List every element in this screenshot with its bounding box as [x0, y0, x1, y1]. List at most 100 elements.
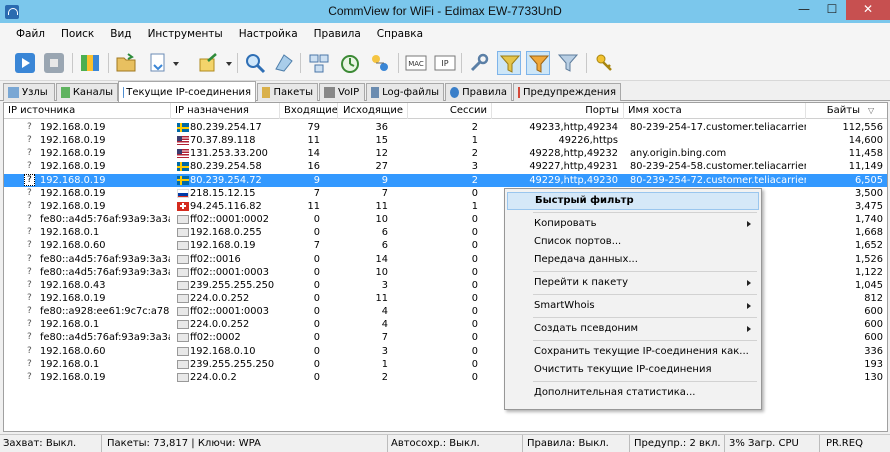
- cell-bytes: 193: [864, 358, 883, 370]
- packet-generator-icon[interactable]: [272, 51, 296, 75]
- context-item-3[interactable]: Список портов...: [507, 233, 759, 251]
- column-bytes[interactable]: Байты: [806, 103, 874, 119]
- cell-sess: 2: [471, 122, 478, 133]
- table-row[interactable]: ? 192.168.0.19 80.239.254.72 9 9 2 49229,http,…: [4, 173, 887, 187]
- unknown-protocol-icon: ?: [27, 174, 32, 185]
- cell-out: 11: [375, 200, 388, 212]
- unknown-protocol-icon: ?: [27, 148, 32, 159]
- filter-icon[interactable]: [497, 51, 521, 75]
- context-item-13[interactable]: Очистить текущие IP-соединения: [507, 361, 759, 379]
- search-icon[interactable]: [243, 51, 267, 75]
- table-row[interactable]: ? 192.168.0.19 80.239.254.17 79 36 2 49233,htt…: [4, 121, 887, 134]
- save-file-icon[interactable]: [146, 51, 170, 75]
- start-capture-icon[interactable]: [13, 51, 37, 75]
- cell-src: 192.168.0.1: [40, 358, 100, 370]
- sort-down-icon: ▽: [868, 106, 875, 115]
- context-menu: Быстрый фильтр Копировать Список портов...…: [504, 188, 762, 410]
- menu-help[interactable]: Справка: [369, 23, 431, 45]
- column-src-ip[interactable]: IP источника: [4, 103, 171, 119]
- context-item-4[interactable]: Передача данных...: [507, 251, 759, 269]
- cell-dst: 224.0.0.252: [190, 319, 250, 331]
- table-row[interactable]: ? 192.168.0.19 70.37.89.118 11 15 1 49226,http…: [4, 134, 887, 147]
- close-button[interactable]: ✕: [846, 0, 890, 20]
- menu-view[interactable]: Вид: [102, 23, 139, 45]
- filter-rules-icon[interactable]: [556, 51, 580, 75]
- cell-sess: 1: [471, 135, 478, 147]
- cell-out: 15: [375, 135, 388, 147]
- nodes-reconstruct-icon[interactable]: [307, 51, 331, 75]
- mac-alias-icon[interactable]: MAC: [404, 51, 428, 75]
- cell-dst: 224.0.0.2: [190, 371, 237, 383]
- cell-in: 9: [313, 174, 320, 186]
- unknown-protocol-icon: ?: [27, 266, 32, 277]
- context-item-8[interactable]: SmartWhois: [507, 297, 759, 315]
- cell-dst: ff02::0001:0003: [190, 306, 269, 318]
- cell-bytes: 1,740: [854, 214, 883, 226]
- column-ports[interactable]: Порты: [492, 103, 624, 119]
- context-item-label: Сохранить текущие IP-соединения как...: [534, 346, 749, 357]
- maximize-button[interactable]: ☐: [818, 0, 846, 20]
- cell-src: fe80::a4d5:76af:93a9:3a3a: [40, 266, 170, 278]
- minimize-button[interactable]: —: [790, 0, 818, 20]
- statistics-icon[interactable]: [338, 51, 362, 75]
- context-item-10[interactable]: Создать псевдоним: [507, 320, 759, 338]
- tab-connections[interactable]: Текущие IP-соединения: [118, 81, 256, 102]
- cell-in: 0: [313, 306, 320, 318]
- column-dst-ip[interactable]: IP назначения: [171, 103, 280, 119]
- cell-dst: 131.253.33.200: [190, 148, 268, 160]
- reports-icon[interactable]: [368, 51, 392, 75]
- filter-active-icon[interactable]: [526, 51, 550, 75]
- cell-in: 16: [307, 161, 320, 173]
- country-flag-icon: [177, 162, 189, 172]
- tab-rules[interactable]: Правила: [445, 83, 512, 101]
- context-item-15[interactable]: Дополнительная статистика...: [507, 384, 759, 402]
- menu-search[interactable]: Поиск: [53, 23, 102, 45]
- column-outgoing[interactable]: Исходящие: [338, 103, 408, 119]
- tab-packets[interactable]: Пакеты: [257, 83, 318, 101]
- context-item-2[interactable]: Копировать: [507, 215, 759, 233]
- cell-out: 14: [375, 253, 388, 265]
- unknown-protocol-icon: ?: [27, 122, 32, 132]
- cell-sess: 0: [471, 306, 478, 318]
- column-sessions[interactable]: Сессии: [408, 103, 492, 119]
- cell-in: 7: [313, 240, 320, 252]
- cell-ports: 49233,http,49234: [529, 122, 618, 133]
- stop-capture-icon[interactable]: [42, 51, 66, 75]
- ip-alias-icon[interactable]: IP: [433, 51, 457, 75]
- cell-bytes: 1,122: [854, 266, 883, 278]
- open-file-icon[interactable]: [114, 51, 138, 75]
- cell-sess: 3: [471, 161, 478, 173]
- cell-bytes: 11,458: [848, 148, 883, 160]
- country-flag-icon: [177, 201, 189, 211]
- cell-bytes: 1,652: [854, 240, 883, 252]
- channels-map-icon[interactable]: [78, 51, 102, 75]
- cell-dst: ff02::0016: [190, 253, 241, 265]
- table-row[interactable]: ? 192.168.0.19 80.239.254.58 16 27 3 49227,htt…: [4, 160, 887, 173]
- tab-voip[interactable]: VoIP: [319, 83, 365, 101]
- table-row[interactable]: ? 192.168.0.19 131.253.33.200 14 12 2 49228,ht…: [4, 147, 887, 160]
- tab-logfiles[interactable]: Log-файлы: [366, 83, 444, 101]
- column-hostname[interactable]: Имя хоста: [624, 103, 806, 119]
- window-title: CommView for WiFi - Edimax EW-7733UnD: [328, 4, 562, 18]
- menu-rules[interactable]: Правила: [306, 23, 369, 45]
- cell-out: 4: [381, 306, 388, 318]
- context-item-6[interactable]: Перейти к пакету: [507, 274, 759, 292]
- tab-channels[interactable]: Каналы: [56, 83, 118, 101]
- column-incoming[interactable]: Входящие: [280, 103, 338, 119]
- submenu-arrow-icon: [747, 280, 751, 286]
- menu-tools[interactable]: Инструменты: [140, 23, 231, 45]
- unknown-protocol-icon: ?: [27, 240, 32, 251]
- unknown-protocol-icon: ?: [27, 345, 32, 356]
- export-icon[interactable]: [196, 51, 220, 75]
- keys-icon[interactable]: [592, 51, 616, 75]
- settings-wrench-icon[interactable]: [467, 51, 491, 75]
- cell-in: 0: [313, 292, 320, 304]
- tab-nodes[interactable]: Узлы: [3, 83, 55, 101]
- menu-settings[interactable]: Настройка: [231, 23, 306, 45]
- context-item-0[interactable]: Быстрый фильтр: [507, 192, 759, 210]
- context-item-12[interactable]: Сохранить текущие IP-соединения как...: [507, 343, 759, 361]
- tab-alerts[interactable]: Предупреждения: [513, 83, 621, 101]
- cell-src: 192.168.0.19: [40, 371, 106, 383]
- menu-file[interactable]: Файл: [8, 23, 53, 45]
- menu-separator: [533, 381, 757, 382]
